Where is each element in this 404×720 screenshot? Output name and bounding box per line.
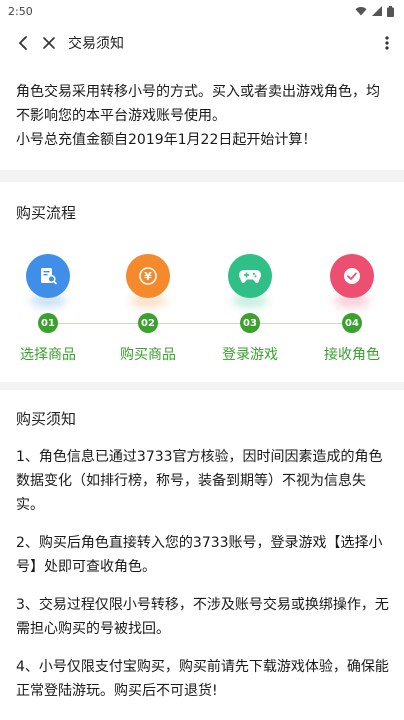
step-3-label: 登录游戏 [222, 347, 278, 363]
status-bar: 2:50 [0, 0, 404, 22]
wifi-icon [355, 7, 367, 16]
notice-item-1: 1、角色信息已通过3733官方核验，因时间因素造成的角色数据变化（如排行榜，称号… [16, 449, 383, 513]
close-button[interactable] [36, 28, 62, 58]
notice-item-3: 3、交易过程仅限小号转移，不涉及账号交易或换绑操作，无需担心购买的号被找回。 [16, 597, 389, 637]
close-icon [43, 37, 55, 49]
yen-symbol: ¥ [144, 269, 152, 283]
step-3-icon [228, 254, 272, 298]
page-title: 交易须知 [68, 36, 124, 52]
purchase-flow: 购买流程 ¥ 01 02 03 04 选择商品 购买商品 登录游戏 接收角色 [0, 182, 404, 382]
step-4-label: 接收角色 [324, 347, 380, 363]
step-1-number: 01 [38, 313, 58, 333]
status-time: 2:50 [8, 4, 33, 18]
step-2-icon: ¥ [126, 254, 170, 298]
notice-item-2: 2、购买后角色直接转入您的3733账号，登录游戏【选择小号】处即可查收角色。 [16, 535, 383, 575]
intro-line-2: 小号总充值金额自2019年1月22日起开始计算！ [16, 132, 317, 148]
notice-title: 购买须知 [16, 410, 77, 428]
more-button[interactable] [378, 28, 396, 58]
step-3-number: 03 [240, 313, 260, 333]
step-4-number: 04 [342, 313, 362, 333]
step-2-number: 02 [138, 313, 158, 333]
status-icons [355, 5, 394, 17]
nav-bar: 交易须知 [0, 22, 404, 64]
battery-icon [387, 5, 394, 17]
check-circle-icon [344, 268, 360, 284]
section-divider [0, 382, 404, 390]
step-1-icon [26, 254, 70, 298]
intro-text: 角色交易采用转移小号的方式。买入或者卖出游戏角色，均不影响您的本平台游戏账号使用… [0, 64, 404, 170]
back-button[interactable] [10, 28, 36, 58]
intro-line-1: 角色交易采用转移小号的方式。买入或者卖出游戏角色，均不影响您的本平台游戏账号使用… [16, 84, 380, 124]
signal-icon [372, 6, 382, 16]
section-divider [0, 170, 404, 182]
document-search-icon [41, 268, 57, 285]
flow-progress-line [48, 323, 352, 324]
notice-item-4: 4、小号仅限支付宝购买，购买前请先下载游戏体验，确保能正常登陆游玩。购买后不可退… [16, 659, 389, 699]
flow-title: 购买流程 [16, 204, 77, 222]
purchase-notice: 购买须知 1、角色信息已通过3733官方核验，因时间因素造成的角色数据变化（如排… [0, 390, 404, 703]
step-2-label: 购买商品 [120, 347, 176, 363]
gamepad-icon [239, 270, 261, 283]
back-arrow-icon [19, 36, 27, 50]
step-1-label: 选择商品 [20, 347, 76, 363]
step-4-icon [330, 254, 374, 298]
more-vertical-icon [385, 36, 389, 50]
